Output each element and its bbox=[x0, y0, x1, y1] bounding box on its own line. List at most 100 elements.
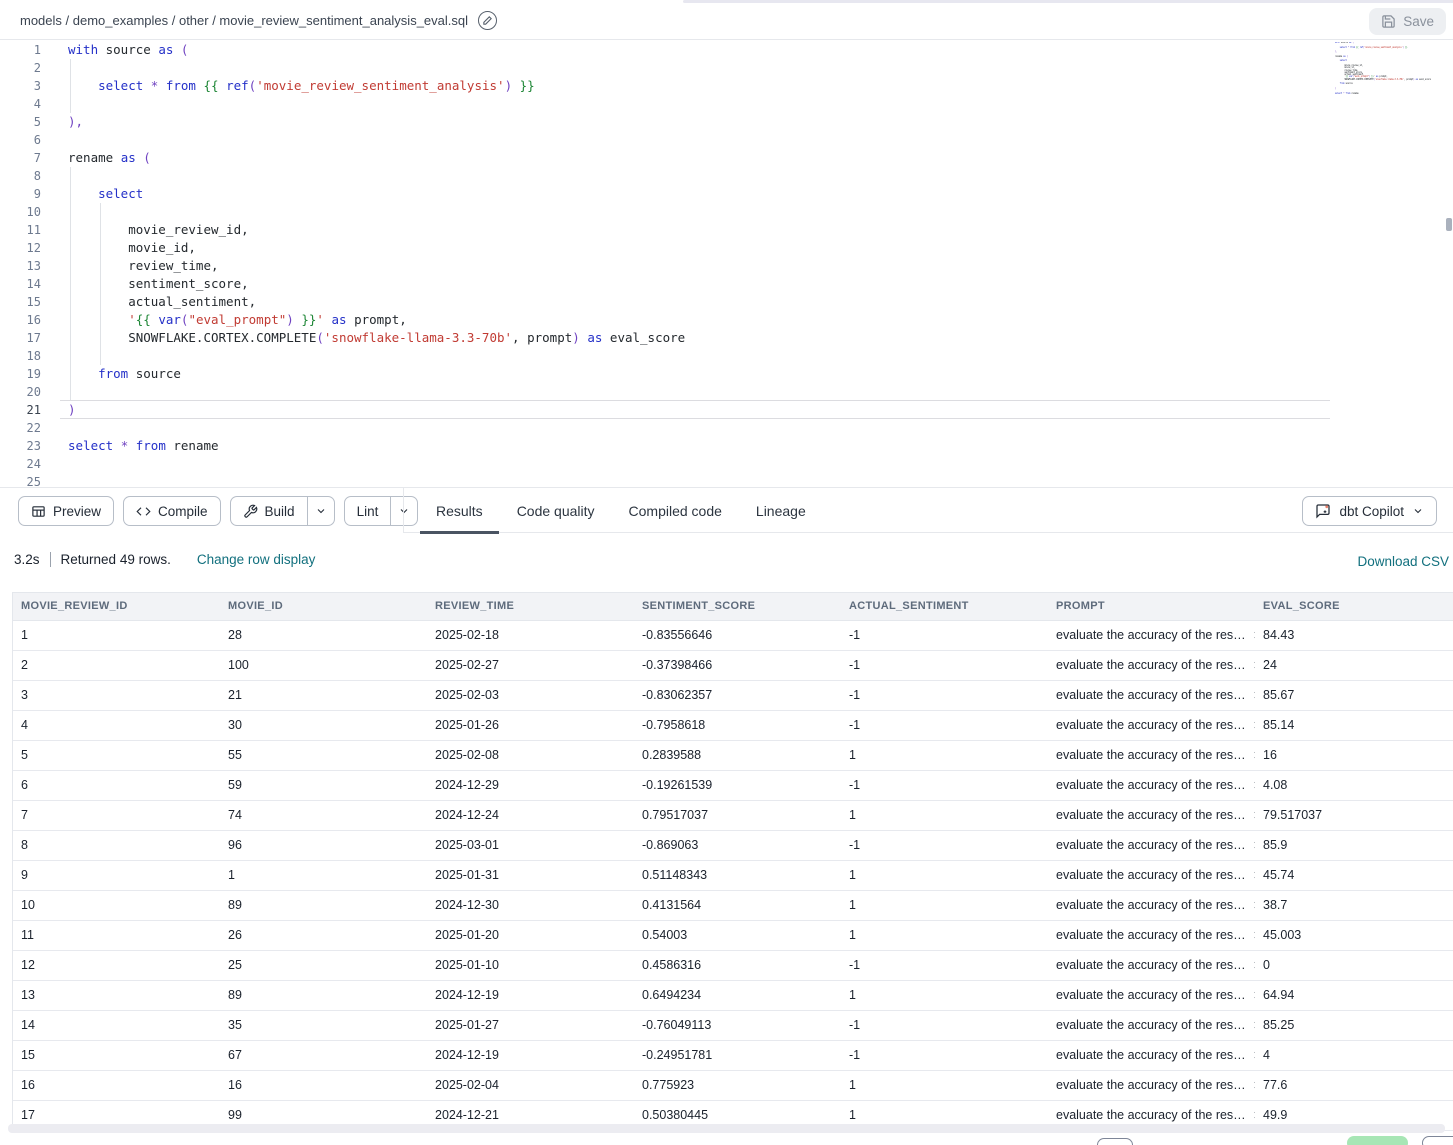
column-header[interactable]: REVIEW_TIME bbox=[427, 593, 634, 620]
editor-minimap[interactable]: with source as ( select * from {{ ref('m… bbox=[1335, 42, 1447, 102]
sql-code-editor[interactable]: 1with source as (23 select * from {{ ref… bbox=[0, 40, 1453, 487]
code-line[interactable]: 12 movie_id, bbox=[0, 239, 1453, 257]
code-line[interactable]: 17 SNOWFLAKE.CORTEX.COMPLETE('snowflake-… bbox=[0, 329, 1453, 347]
cell-prompt[interactable]: evaluate the accuracy of the res… bbox=[1048, 1011, 1255, 1040]
bottom-bar-green-button[interactable] bbox=[1347, 1136, 1408, 1145]
cell-movie-review-id: 5 bbox=[13, 741, 220, 770]
horizontal-scrollbar[interactable] bbox=[8, 1124, 1445, 1133]
code-line[interactable]: 14 sentiment_score, bbox=[0, 275, 1453, 293]
cell-prompt[interactable]: evaluate the accuracy of the res… bbox=[1048, 831, 1255, 860]
code-line[interactable]: 3 select * from {{ ref('movie_review_sen… bbox=[0, 77, 1453, 95]
cell-prompt[interactable]: evaluate the accuracy of the res… bbox=[1048, 1041, 1255, 1070]
code-line[interactable]: 25 bbox=[0, 473, 1453, 487]
code-line[interactable]: 19 from source bbox=[0, 365, 1453, 383]
copilot-chat-icon bbox=[1315, 503, 1331, 519]
tab-results[interactable]: Results bbox=[436, 488, 483, 534]
code-line-text: from source bbox=[41, 365, 181, 383]
code-line[interactable]: 21) bbox=[0, 401, 1453, 419]
download-csv-link[interactable]: Download CSV bbox=[1357, 554, 1449, 569]
code-line[interactable]: 4 bbox=[0, 95, 1453, 113]
cell-prompt[interactable]: evaluate the accuracy of the res… bbox=[1048, 891, 1255, 920]
code-line[interactable]: 22 bbox=[0, 419, 1453, 437]
cell-movie-id: 30 bbox=[220, 711, 427, 740]
cell-movie-review-id: 8 bbox=[13, 831, 220, 860]
cell-review-time: 2024-12-24 bbox=[427, 801, 634, 830]
save-button[interactable]: Save bbox=[1369, 8, 1446, 35]
dbt-copilot-button[interactable]: dbt Copilot bbox=[1302, 496, 1437, 526]
cell-prompt[interactable]: evaluate the accuracy of the res… bbox=[1048, 711, 1255, 740]
cell-prompt[interactable]: evaluate the accuracy of the res… bbox=[1048, 921, 1255, 950]
code-line[interactable]: 23select * from rename bbox=[0, 437, 1453, 455]
cell-prompt[interactable]: evaluate the accuracy of the res… bbox=[1048, 651, 1255, 680]
lint-button[interactable]: Lint bbox=[345, 497, 391, 525]
code-line[interactable]: 24 bbox=[0, 455, 1453, 473]
cell-movie-review-id: 10 bbox=[13, 891, 220, 920]
compile-button[interactable]: Compile bbox=[123, 496, 221, 526]
cell-review-time: 2024-12-19 bbox=[427, 981, 634, 1010]
code-line[interactable]: 6 bbox=[0, 131, 1453, 149]
code-line[interactable]: 10 bbox=[0, 203, 1453, 221]
code-line[interactable]: 20 bbox=[0, 383, 1453, 401]
cell-sentiment-score: -0.19261539 bbox=[634, 771, 841, 800]
column-header[interactable]: ACTUAL_SENTIMENT bbox=[841, 593, 1048, 620]
cell-movie-id: 96 bbox=[220, 831, 427, 860]
cell-prompt[interactable]: evaluate the accuracy of the res… bbox=[1048, 951, 1255, 980]
code-line[interactable]: 9 select bbox=[0, 185, 1453, 203]
cell-review-time: 2025-02-18 bbox=[427, 621, 634, 650]
column-header[interactable]: MOVIE_REVIEW_ID bbox=[13, 593, 220, 620]
cell-prompt[interactable]: evaluate the accuracy of the res… bbox=[1048, 1071, 1255, 1100]
line-number: 9 bbox=[0, 185, 41, 203]
cell-movie-review-id: 15 bbox=[13, 1041, 220, 1070]
preview-button[interactable]: Preview bbox=[18, 496, 114, 526]
file-header-bar: models / demo_examples / other / movie_r… bbox=[0, 0, 1453, 40]
cell-prompt[interactable]: evaluate the accuracy of the res… bbox=[1048, 681, 1255, 710]
cell-actual-sentiment: -1 bbox=[841, 651, 1048, 680]
edit-file-icon[interactable] bbox=[478, 11, 497, 30]
cell-prompt[interactable]: evaluate the accuracy of the res… bbox=[1048, 981, 1255, 1010]
breadcrumb-path[interactable]: models / demo_examples / other / movie_r… bbox=[20, 13, 468, 28]
prompt-preview-text: evaluate the accuracy of the res… bbox=[1056, 981, 1246, 1010]
change-row-display-link[interactable]: Change row display bbox=[197, 552, 316, 567]
code-line[interactable]: 1with source as ( bbox=[0, 41, 1453, 59]
code-line[interactable]: 11 movie_review_id, bbox=[0, 221, 1453, 239]
bottom-bar-button[interactable] bbox=[1422, 1136, 1453, 1145]
column-header[interactable]: EVAL_SCORE bbox=[1255, 593, 1453, 620]
prompt-preview-text: evaluate the accuracy of the res… bbox=[1056, 741, 1246, 770]
cell-movie-id: 67 bbox=[220, 1041, 427, 1070]
column-header[interactable]: PROMPT bbox=[1048, 593, 1255, 620]
code-line[interactable]: 2 bbox=[0, 59, 1453, 77]
build-dropdown-button[interactable] bbox=[307, 497, 334, 525]
cell-sentiment-score: -0.7958618 bbox=[634, 711, 841, 740]
chevron-down-icon bbox=[1412, 505, 1424, 517]
cell-prompt[interactable]: evaluate the accuracy of the res… bbox=[1048, 771, 1255, 800]
cell-prompt[interactable]: evaluate the accuracy of the res… bbox=[1048, 741, 1255, 770]
build-split-button: Build bbox=[230, 496, 335, 526]
cell-prompt[interactable]: evaluate the accuracy of the res… bbox=[1048, 861, 1255, 890]
cell-movie-review-id: 3 bbox=[13, 681, 220, 710]
code-line[interactable]: 18 bbox=[0, 347, 1453, 365]
cell-eval-score: 4 bbox=[1255, 1041, 1453, 1070]
bottom-bar-button[interactable] bbox=[1097, 1138, 1133, 1145]
tab-lineage[interactable]: Lineage bbox=[756, 488, 806, 534]
build-button[interactable]: Build bbox=[231, 497, 307, 525]
cell-actual-sentiment: -1 bbox=[841, 681, 1048, 710]
code-line[interactable]: 5), bbox=[0, 113, 1453, 131]
code-line-text: ) bbox=[41, 401, 76, 419]
breadcrumb[interactable]: models / demo_examples / other / movie_r… bbox=[20, 0, 497, 40]
cell-eval-score: 84.43 bbox=[1255, 621, 1453, 650]
code-line[interactable]: 15 actual_sentiment, bbox=[0, 293, 1453, 311]
tab-code-quality[interactable]: Code quality bbox=[517, 488, 595, 534]
column-header[interactable]: MOVIE_ID bbox=[220, 593, 427, 620]
code-line[interactable]: 16 '{{ var("eval_prompt") }}' as prompt, bbox=[0, 311, 1453, 329]
editor-scrollbar-thumb[interactable] bbox=[1446, 218, 1452, 231]
cell-prompt[interactable]: evaluate the accuracy of the res… bbox=[1048, 801, 1255, 830]
code-line[interactable]: 13 review_time, bbox=[0, 257, 1453, 275]
save-label: Save bbox=[1403, 14, 1434, 29]
code-line[interactable]: 7rename as ( bbox=[0, 149, 1453, 167]
code-line[interactable]: 8 bbox=[0, 167, 1453, 185]
tab-compiled-code[interactable]: Compiled code bbox=[629, 488, 722, 534]
cell-prompt[interactable]: evaluate the accuracy of the res… bbox=[1048, 621, 1255, 650]
column-header[interactable]: SENTIMENT_SCORE bbox=[634, 593, 841, 620]
code-line-text bbox=[41, 59, 68, 77]
code-lines[interactable]: 1with source as (23 select * from {{ ref… bbox=[0, 41, 1453, 487]
